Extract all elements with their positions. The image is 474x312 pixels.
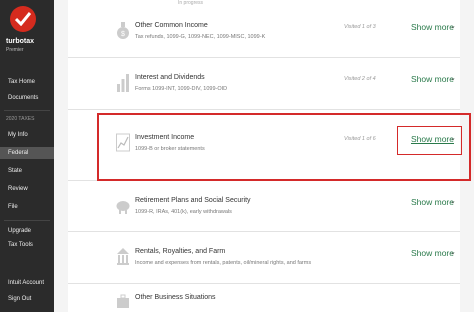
list-item[interactable]: Other Business Situations: [68, 284, 460, 312]
sidebar: turbotax Premier Tax Home Documents 2020…: [0, 0, 54, 312]
sidebar-divider: [4, 110, 50, 111]
sidebar-item-upgrade[interactable]: Upgrade: [0, 225, 54, 237]
row-title: Retirement Plans and Social Security: [135, 197, 251, 204]
list-item[interactable]: $ Other Common Income Tax refunds, 1099-…: [68, 6, 460, 58]
list-item[interactable]: Rentals, Royalties, and Farm Income and …: [68, 232, 460, 284]
row-title: Rentals, Royalties, and Farm: [135, 248, 226, 255]
sidebar-item-my-info[interactable]: My Info: [0, 129, 54, 141]
sidebar-item-file[interactable]: File: [0, 201, 54, 213]
sidebar-item-federal[interactable]: Federal: [0, 147, 54, 159]
show-more-link[interactable]: Show more: [411, 74, 454, 84]
svg-text:$: $: [121, 31, 125, 38]
briefcase-icon: [117, 294, 129, 308]
sidebar-item-tax-home[interactable]: Tax Home: [0, 76, 54, 88]
app-window: turbotax Premier Tax Home Documents 2020…: [0, 0, 474, 312]
sidebar-item-state[interactable]: State: [0, 165, 54, 177]
sidebar-item-tax-tools[interactable]: Tax Tools: [0, 239, 54, 251]
sidebar-item-sign-out[interactable]: Sign Out: [0, 293, 54, 305]
chevron-down-icon[interactable]: ⌄: [450, 22, 456, 30]
building-icon: [117, 248, 129, 265]
row-subtitle: Tax refunds, 1099-G, 1099-NEC, 1099-MISC…: [135, 34, 266, 40]
sidebar-section-label: 2020 TAXES: [6, 116, 35, 122]
row-visited: Visited 1 of 3: [344, 24, 376, 30]
chevron-down-icon[interactable]: ⌄: [450, 74, 456, 82]
show-more-link[interactable]: Show more: [411, 197, 454, 207]
piggy-bank-icon: [116, 201, 130, 214]
turbotax-logo-icon: [10, 6, 36, 32]
list-item[interactable]: Retirement Plans and Social Security 109…: [68, 180, 460, 232]
show-more-link[interactable]: Show more: [411, 248, 454, 258]
row-title: Other Common Income: [135, 22, 208, 29]
sidebar-item-review[interactable]: Review: [0, 183, 54, 195]
show-more-link[interactable]: Show more: [411, 22, 454, 32]
row-title: Interest and Dividends: [135, 74, 205, 81]
row-subtitle: Forms 1099-INT, 1099-DIV, 1099-OID: [135, 86, 228, 92]
brand-name: turbotax: [6, 38, 34, 45]
brand-edition: Premier: [6, 47, 24, 53]
chevron-down-icon[interactable]: ⌄: [450, 197, 456, 205]
row-subtitle: Income and expenses from rentals, patent…: [135, 260, 312, 266]
list-item[interactable]: Interest and Dividends Forms 1099-INT, 1…: [68, 58, 460, 110]
show-more-highlight-box: [397, 126, 462, 155]
chevron-down-icon[interactable]: ⌄: [450, 248, 456, 256]
money-bag-icon: $: [117, 22, 129, 39]
row-visited: Visited 2 of 4: [344, 76, 376, 82]
row-subtitle: 1099-R, IRAs, 401(k), early withdrawals: [135, 209, 232, 215]
sidebar-divider: [4, 220, 50, 221]
row-title: Other Business Situations: [135, 294, 216, 301]
bar-chart-icon: [117, 74, 129, 92]
sidebar-item-documents[interactable]: Documents: [0, 92, 54, 104]
sidebar-item-intuit-account[interactable]: Intuit Account: [0, 277, 54, 289]
